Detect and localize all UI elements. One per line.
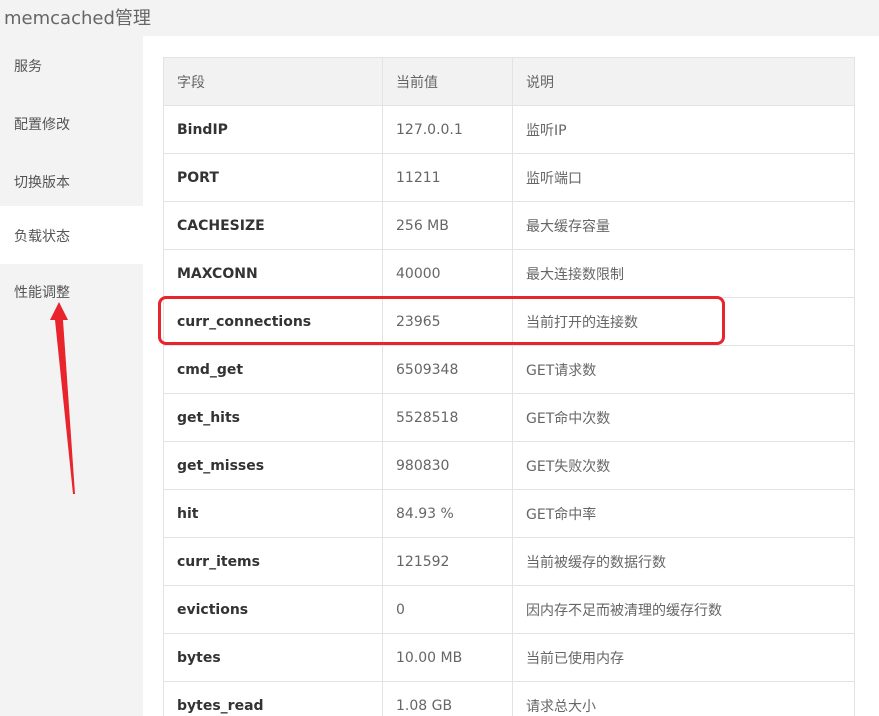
cell-value: 6509348 bbox=[382, 345, 513, 394]
cell-field: bytes bbox=[163, 633, 383, 682]
column-header-description: 说明 bbox=[512, 57, 855, 106]
cell-field: get_hits bbox=[163, 393, 383, 442]
sidebar-item-service[interactable]: 服务 bbox=[0, 36, 143, 94]
cell-description: 监听端口 bbox=[512, 153, 855, 202]
table-row: get_hits 5528518 GET命中次数 bbox=[163, 393, 855, 442]
cell-description: 当前已使用内存 bbox=[512, 633, 855, 682]
cell-value: 11211 bbox=[382, 153, 513, 202]
sidebar-item-label: 服务 bbox=[14, 59, 42, 75]
cell-value: 23965 bbox=[382, 297, 513, 346]
table-row: curr_connections 23965 当前打开的连接数 bbox=[163, 297, 855, 346]
sidebar-item-label: 性能调整 bbox=[14, 285, 70, 301]
cell-field: curr_connections bbox=[163, 297, 383, 346]
cell-value: 40000 bbox=[382, 249, 513, 298]
main-content: 字段 当前值 说明 BindIP 127.0.0.1 监听IP PORT 112… bbox=[143, 36, 879, 716]
cell-value: 121592 bbox=[382, 537, 513, 586]
app-window: memcached管理 服务 配置修改 切换版本 负载状态 性能调整 字段 当前… bbox=[0, 0, 879, 716]
cell-field: CACHESIZE bbox=[163, 201, 383, 250]
table-row: PORT 11211 监听端口 bbox=[163, 153, 855, 202]
table-row: MAXCONN 40000 最大连接数限制 bbox=[163, 249, 855, 298]
cell-description: 最大缓存容量 bbox=[512, 201, 855, 250]
cell-value: 980830 bbox=[382, 441, 513, 490]
sidebar-item-switch-version[interactable]: 切换版本 bbox=[0, 152, 143, 210]
cell-field: hit bbox=[163, 489, 383, 538]
stats-table: 字段 当前值 说明 BindIP 127.0.0.1 监听IP PORT 112… bbox=[163, 57, 855, 716]
table-row: BindIP 127.0.0.1 监听IP bbox=[163, 105, 855, 154]
cell-description: 请求总大小 bbox=[512, 681, 855, 716]
column-header-field: 字段 bbox=[163, 57, 383, 106]
column-header-value: 当前值 bbox=[382, 57, 513, 106]
cell-description: GET失败次数 bbox=[512, 441, 855, 490]
cell-value: 0 bbox=[382, 585, 513, 634]
cell-value: 84.93 % bbox=[382, 489, 513, 538]
sidebar-item-config[interactable]: 配置修改 bbox=[0, 94, 143, 152]
table-row: bytes 10.00 MB 当前已使用内存 bbox=[163, 633, 855, 682]
table-row: CACHESIZE 256 MB 最大缓存容量 bbox=[163, 201, 855, 250]
title-bar: memcached管理 bbox=[0, 0, 879, 36]
sidebar-item-label: 配置修改 bbox=[14, 117, 70, 133]
table-row: hit 84.93 % GET命中率 bbox=[163, 489, 855, 538]
cell-field: curr_items bbox=[163, 537, 383, 586]
sidebar-item-label: 负载状态 bbox=[14, 229, 70, 245]
cell-description: 监听IP bbox=[512, 105, 855, 154]
cell-field: evictions bbox=[163, 585, 383, 634]
sidebar-item-label: 切换版本 bbox=[14, 175, 70, 191]
cell-field: MAXCONN bbox=[163, 249, 383, 298]
cell-field: BindIP bbox=[163, 105, 383, 154]
cell-value: 10.00 MB bbox=[382, 633, 513, 682]
cell-field: bytes_read bbox=[163, 681, 383, 716]
cell-description: 当前被缓存的数据行数 bbox=[512, 537, 855, 586]
cell-description: 因内存不足而被清理的缓存行数 bbox=[512, 585, 855, 634]
cell-description: GET请求数 bbox=[512, 345, 855, 394]
table-header-row: 字段 当前值 说明 bbox=[163, 57, 855, 106]
cell-field: get_misses bbox=[163, 441, 383, 490]
cell-field: cmd_get bbox=[163, 345, 383, 394]
table-row: curr_items 121592 当前被缓存的数据行数 bbox=[163, 537, 855, 586]
app-title: memcached管理 bbox=[4, 8, 151, 29]
cell-field: PORT bbox=[163, 153, 383, 202]
cell-value: 1.08 GB bbox=[382, 681, 513, 716]
table-row: get_misses 980830 GET失败次数 bbox=[163, 441, 855, 490]
table-row: cmd_get 6509348 GET请求数 bbox=[163, 345, 855, 394]
cell-description: GET命中次数 bbox=[512, 393, 855, 442]
table-row: evictions 0 因内存不足而被清理的缓存行数 bbox=[163, 585, 855, 634]
cell-description: 最大连接数限制 bbox=[512, 249, 855, 298]
cell-value: 5528518 bbox=[382, 393, 513, 442]
sidebar-item-performance-tuning[interactable]: 性能调整 bbox=[0, 262, 143, 320]
cell-description: GET命中率 bbox=[512, 489, 855, 538]
sidebar: 服务 配置修改 切换版本 负载状态 性能调整 bbox=[0, 36, 143, 716]
table-row: bytes_read 1.08 GB 请求总大小 bbox=[163, 681, 855, 716]
cell-value: 256 MB bbox=[382, 201, 513, 250]
sidebar-item-load-status[interactable]: 负载状态 bbox=[0, 206, 143, 264]
cell-value: 127.0.0.1 bbox=[382, 105, 513, 154]
cell-description: 当前打开的连接数 bbox=[512, 297, 855, 346]
